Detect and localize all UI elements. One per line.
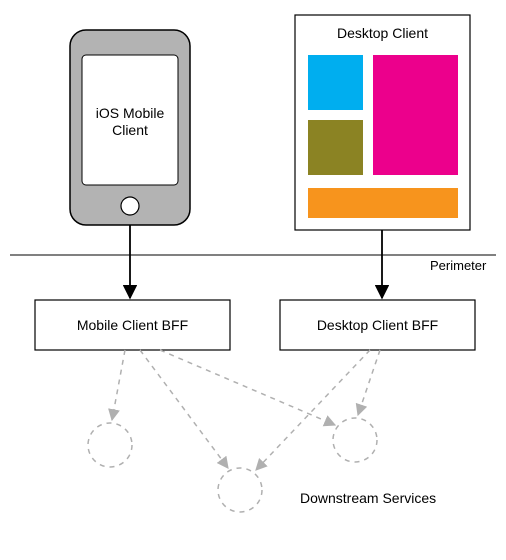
ui-block-blue: [308, 55, 363, 110]
desktop-bff-label: Desktop Client BFF: [280, 317, 475, 334]
dash-arrow-m-2: [140, 350, 228, 468]
dash-arrow-m-3: [160, 350, 335, 425]
home-button-icon: [121, 197, 139, 215]
downstream-service-2: [218, 468, 262, 512]
dash-arrow-m-1: [112, 350, 125, 420]
downstream-service-1: [88, 423, 132, 467]
mobile-bff-label: Mobile Client BFF: [35, 317, 230, 334]
ui-block-olive: [308, 120, 363, 175]
diagram-svg: [0, 0, 506, 560]
ui-block-magenta: [373, 55, 458, 175]
dash-arrow-d-1: [256, 350, 370, 470]
diagram-canvas: iOS MobileClient Desktop Client Perimete…: [0, 0, 506, 560]
desktop-client: [295, 15, 470, 230]
ui-block-orange: [308, 188, 458, 218]
downstream-service-3: [333, 418, 377, 462]
perimeter-label: Perimeter: [430, 258, 500, 274]
mobile-client-label: iOS MobileClient: [90, 105, 170, 139]
desktop-client-title: Desktop Client: [310, 25, 455, 42]
downstream-label: Downstream Services: [300, 490, 470, 507]
